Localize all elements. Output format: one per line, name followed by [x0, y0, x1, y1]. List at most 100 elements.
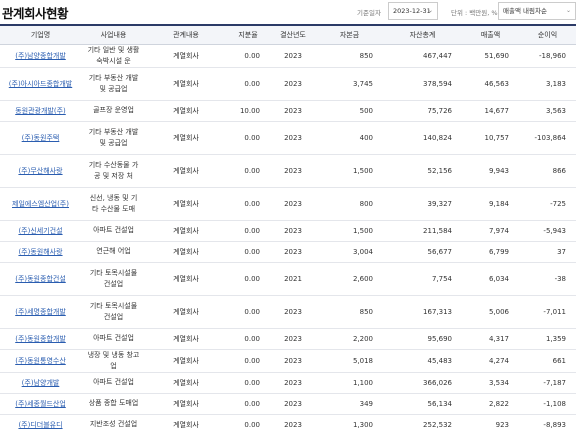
relation-cell: 계열회사 — [146, 187, 226, 221]
business-cell: 신선, 냉동 및 기타 수산물 도매 — [81, 187, 146, 221]
table-row: (주)세종월드산업 상품 종합 도매업 계열회사 0.00 2023 349 5… — [0, 393, 576, 415]
table-header-row: 기업명 사업내용 관계내용 지분율 결산년도 자본금 자산총계 매출액 순이익 — [0, 24, 576, 45]
column-header[interactable]: 관계내용 — [146, 24, 226, 45]
company-link[interactable]: (주)남양개발 — [22, 379, 60, 387]
relation-cell: 계열회사 — [146, 349, 226, 373]
share-cell: 0.00 — [226, 220, 270, 242]
business-cell: 기타 토목시설물 건설업 — [81, 295, 146, 329]
company-link[interactable]: (주)동원종합개발 — [15, 335, 66, 343]
profit-cell: -725 — [519, 187, 576, 221]
profit-cell: 1,359 — [519, 328, 576, 350]
capital-cell: 3,004 — [316, 241, 383, 263]
relation-cell: 계열회사 — [146, 154, 226, 188]
relation-cell: 계열회사 — [146, 295, 226, 329]
assets-cell: 45,483 — [383, 349, 462, 373]
share-cell: 0.00 — [226, 154, 270, 188]
company-link[interactable]: 동원관광개발(주) — [15, 107, 66, 115]
table-row: (주)남양개발 아파트 건설업 계열회사 0.00 2023 1,100 366… — [0, 372, 576, 394]
company-link[interactable]: (주)디더블유디 — [18, 421, 62, 429]
column-header[interactable]: 사업내용 — [81, 24, 146, 45]
profit-cell: -1,108 — [519, 393, 576, 415]
column-header[interactable]: 매출액 — [462, 24, 519, 45]
column-header[interactable]: 기업명 — [0, 24, 81, 45]
profit-cell: 3,563 — [519, 100, 576, 122]
share-cell: 0.00 — [226, 393, 270, 415]
company-link[interactable]: 제일에스엠산업(주) — [12, 200, 69, 208]
business-cell: 골프장 운영업 — [81, 100, 146, 122]
company-link[interactable]: (주)아시아드종합개발 — [9, 80, 72, 88]
share-cell: 0.00 — [226, 328, 270, 350]
table-row: (주)남양종합개발 기타 일반 및 생활 숙박시설 운 계열회사 0.00 20… — [0, 44, 576, 68]
year-cell: 2023 — [270, 241, 316, 263]
relation-cell: 계열회사 — [146, 372, 226, 394]
year-cell: 2023 — [270, 187, 316, 221]
sort-value: 매출액 내림차순 — [503, 7, 547, 15]
year-cell: 2023 — [270, 372, 316, 394]
company-link[interactable]: (주)동원주택 — [22, 134, 60, 142]
share-cell: 0.00 — [226, 262, 270, 296]
year-cell: 2023 — [270, 349, 316, 373]
sales-cell: 6,799 — [462, 241, 519, 263]
assets-cell: 7,754 — [383, 262, 462, 296]
base-date-label: 기준일자 — [357, 9, 381, 17]
sort-select[interactable]: 매출액 내림차순 ⌄ — [498, 2, 576, 20]
column-header[interactable]: 자산총계 — [383, 24, 462, 45]
company-link[interactable]: (주)남양종합개발 — [15, 52, 66, 60]
company-link[interactable]: (주)동원종합건설 — [15, 275, 66, 283]
profit-cell: 661 — [519, 349, 576, 373]
column-header[interactable]: 결산년도 — [270, 24, 316, 45]
chevron-down-icon: ⌄ — [427, 7, 433, 14]
capital-cell: 850 — [316, 44, 383, 68]
page-title: 관계회사현황 — [2, 6, 69, 21]
base-date-select[interactable]: 2023-12-31 ⌄ — [388, 2, 438, 20]
column-header[interactable]: 순이익 — [519, 24, 576, 45]
company-link[interactable]: (주)세종월드산업 — [15, 400, 66, 408]
sales-cell: 51,690 — [462, 44, 519, 68]
business-cell: 기타 토목시설물 건설업 — [81, 262, 146, 296]
assets-cell: 75,726 — [383, 100, 462, 122]
profit-cell: 866 — [519, 154, 576, 188]
year-cell: 2023 — [270, 295, 316, 329]
table-row: (주)무산해사랑 기타 수산동물 가공 및 저장 처 계열회사 0.00 202… — [0, 154, 576, 188]
column-header[interactable]: 지분율 — [226, 24, 270, 45]
sales-cell: 10,757 — [462, 121, 519, 155]
company-link[interactable]: (주)무산해사랑 — [18, 167, 62, 175]
table-row: (주)아시아드종합개발 기타 부동산 개발 및 공급업 계열회사 0.00 20… — [0, 67, 576, 101]
business-cell: 기타 부동산 개발 및 공급업 — [81, 67, 146, 101]
sales-cell: 3,534 — [462, 372, 519, 394]
business-cell: 아파트 건설업 — [81, 372, 146, 394]
company-link[interactable]: (주)동원통영수산 — [15, 357, 66, 365]
company-link[interactable]: (주)신세기건설 — [18, 227, 62, 235]
year-cell: 2023 — [270, 67, 316, 101]
profit-cell: -7,011 — [519, 295, 576, 329]
column-header[interactable]: 자본금 — [316, 24, 383, 45]
assets-cell: 467,447 — [383, 44, 462, 68]
sales-cell: 2,822 — [462, 393, 519, 415]
table-row: (주)디더블유디 지반조성 건설업 계열회사 0.00 2023 1,300 2… — [0, 414, 576, 431]
capital-cell: 850 — [316, 295, 383, 329]
capital-cell: 1,500 — [316, 154, 383, 188]
assets-cell: 140,824 — [383, 121, 462, 155]
capital-cell: 349 — [316, 393, 383, 415]
company-link[interactable]: (주)동원해사랑 — [18, 248, 62, 256]
year-cell: 2023 — [270, 154, 316, 188]
table-row: (주)동원주택 기타 부동산 개발 및 공급업 계열회사 0.00 2023 4… — [0, 121, 576, 155]
company-link[interactable]: (주)세명종합개발 — [15, 308, 66, 316]
share-cell: 0.00 — [226, 414, 270, 431]
capital-cell: 400 — [316, 121, 383, 155]
relation-cell: 계열회사 — [146, 100, 226, 122]
share-cell: 0.00 — [226, 121, 270, 155]
assets-cell: 211,584 — [383, 220, 462, 242]
sales-cell: 14,677 — [462, 100, 519, 122]
business-cell: 기타 수산동물 가공 및 저장 처 — [81, 154, 146, 188]
relation-cell: 계열회사 — [146, 67, 226, 101]
relation-cell: 계열회사 — [146, 414, 226, 431]
business-cell: 기타 부동산 개발 및 공급업 — [81, 121, 146, 155]
table-row: (주)동원통영수산 냉장 및 냉동 창고업 계열회사 0.00 2023 5,0… — [0, 349, 576, 373]
share-cell: 10.00 — [226, 100, 270, 122]
capital-cell: 2,600 — [316, 262, 383, 296]
relation-cell: 계열회사 — [146, 328, 226, 350]
share-cell: 0.00 — [226, 187, 270, 221]
year-cell: 2023 — [270, 121, 316, 155]
share-cell: 0.00 — [226, 372, 270, 394]
